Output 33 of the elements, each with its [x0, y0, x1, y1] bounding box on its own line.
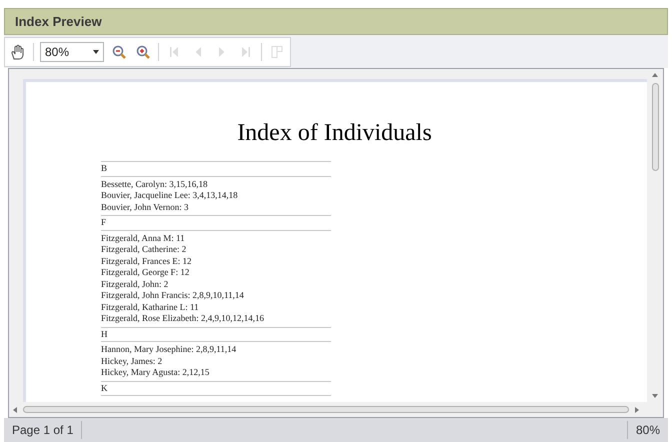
scroll-up-icon[interactable] [652, 73, 658, 77]
index-entry: Hickey, Mary Agusta: 2,12,15 [101, 367, 210, 378]
index-entry: Bouvier, John Vernon: 3 [101, 202, 190, 213]
zoom-dropdown[interactable]: 80% [40, 42, 104, 62]
index-entry: Fitzgerald, Anna M: 11 [101, 232, 186, 244]
index-entry: Bouvier, Jacqueline Lee: 3,4,13,14,18 [101, 190, 239, 202]
page-layout-icon [269, 44, 285, 60]
section-letter: K [101, 382, 108, 394]
index-entry: Fitzgerald, Katharine L: 11 [101, 302, 200, 313]
scroll-thumb[interactable] [652, 83, 658, 171]
caret-icon [93, 50, 99, 54]
window-title: Index Preview [15, 12, 102, 31]
index-entry: Bessette, Carolyn: 3,15,16,18 [101, 178, 208, 190]
section-letter: H [101, 328, 108, 340]
zoom-out-icon [111, 44, 127, 60]
index-entry: Fitzgerald, Catherine: 2 [101, 244, 188, 256]
scroll-left-icon[interactable] [13, 406, 17, 412]
index-entry: Fitzgerald, Frances E: 12 [101, 256, 192, 267]
scroll-down-icon[interactable] [652, 394, 658, 398]
section-letter: F [101, 217, 108, 228]
zoom-in-icon [135, 44, 151, 60]
page-title: Index of Individuals [237, 119, 432, 148]
index-entry: Fitzgerald, John: 2 [101, 278, 170, 290]
zoom-level: 80% [626, 421, 660, 439]
index-entry: Hannon, Mary Josephine: 2,8,9,11,14 [101, 344, 238, 356]
scroll-right-icon[interactable] [635, 406, 639, 412]
index-entry: Fitzgerald, Rose Elizabeth: 2,4,9,10,12,14,16 [101, 313, 265, 324]
page-count: Page 1 of 1 [12, 421, 82, 439]
section-letter: B [101, 163, 108, 174]
index-entry: Hickey, James: 2 [101, 356, 164, 367]
index-entry: Fitzgerald, George F: 12 [101, 267, 190, 278]
scroll-thumb[interactable] [23, 406, 629, 413]
index-entry: Fitzgerald, John Francis: 2,8,9,10,11,14 [101, 290, 245, 302]
